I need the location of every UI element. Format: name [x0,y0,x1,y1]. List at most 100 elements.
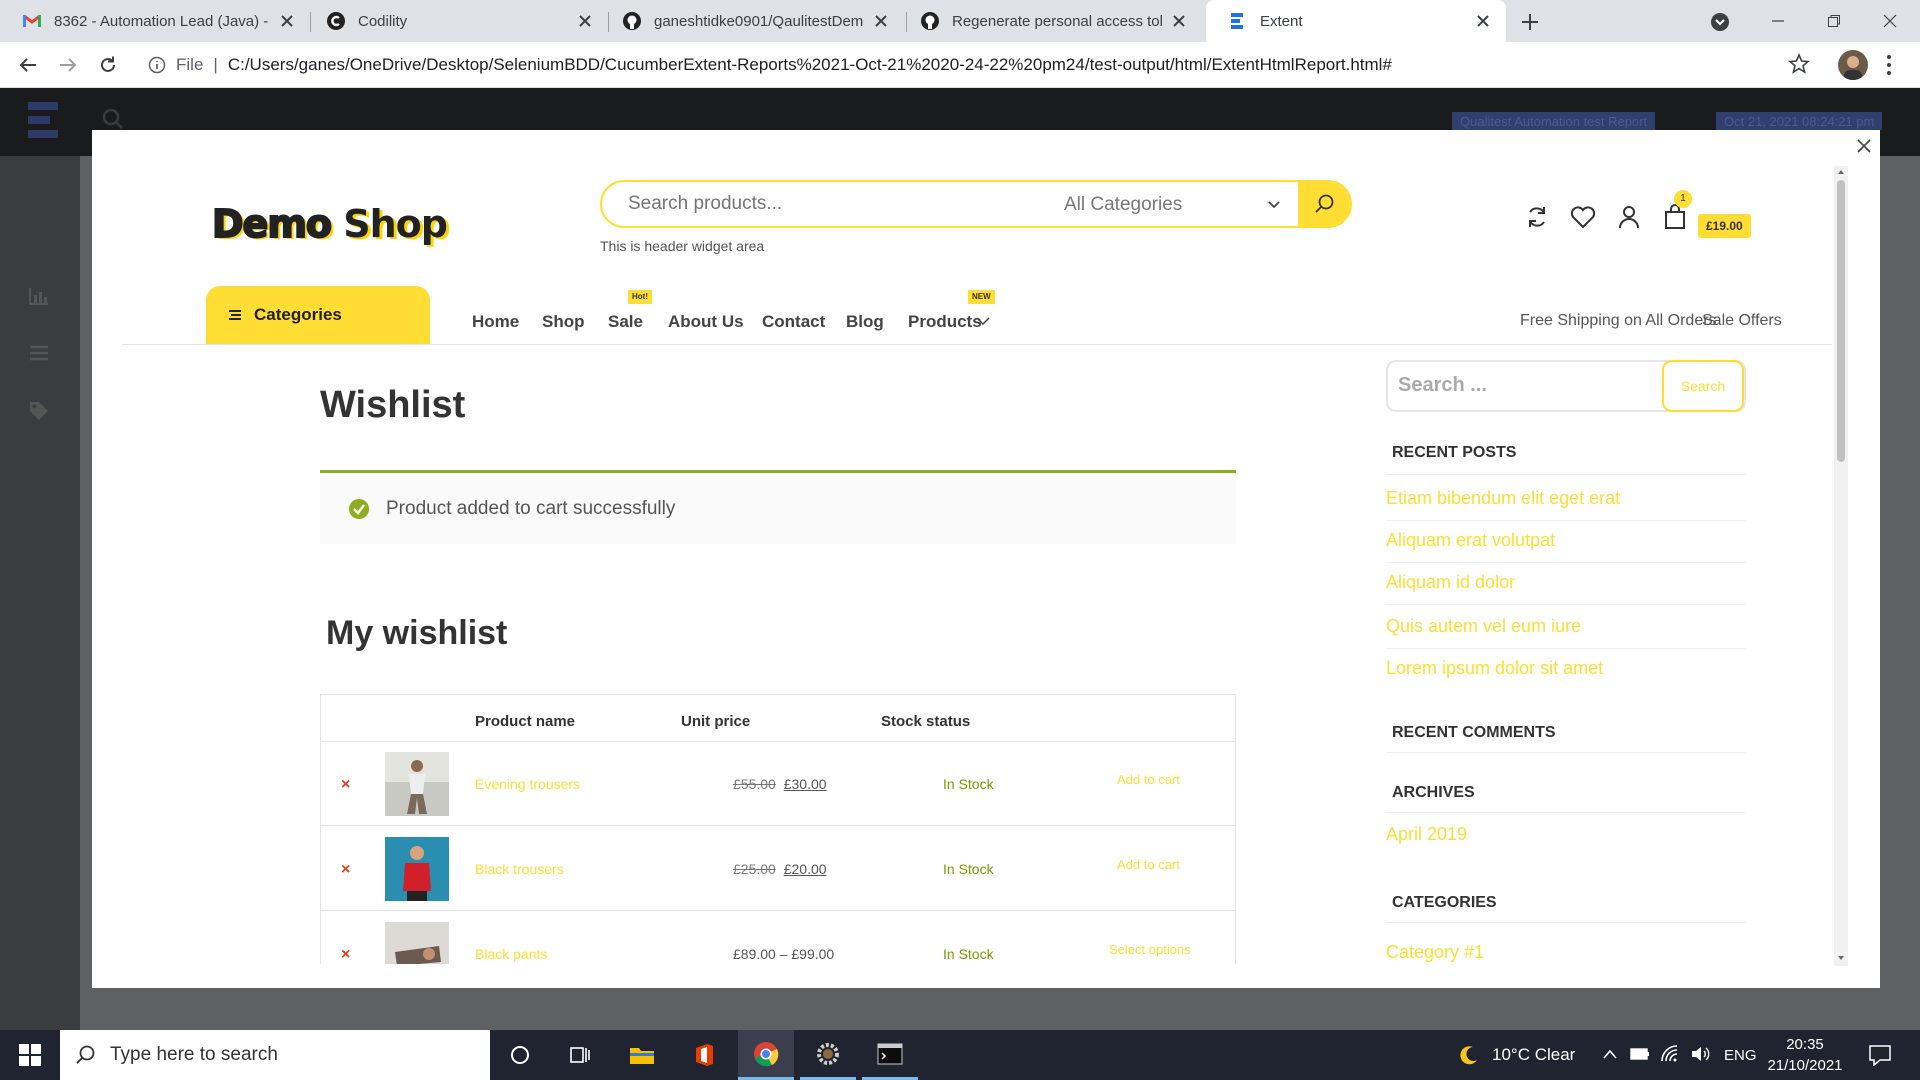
address-bar[interactable]: File | C:/Users/ganes/OneDrive/Desktop/S… [136,48,1808,82]
site-logo[interactable]: Demo Shop [211,201,448,247]
tab-extent[interactable]: Extent [1206,0,1506,42]
select-options-button[interactable]: Select options [1109,942,1191,957]
tab-github-token[interactable]: Regenerate personal access toke [898,0,1202,42]
nav-shop[interactable]: Shop [542,312,585,332]
clock-date: 21/10/2021 [1767,1057,1843,1074]
recent-post-link[interactable]: Quis autem vel eum iure [1386,616,1581,637]
scroll-down-icon[interactable] [1837,954,1845,962]
language-indicator[interactable]: ENG [1724,1030,1757,1080]
modal-scrollbar[interactable] [1834,166,1848,966]
search-submit-button[interactable] [1298,182,1350,226]
recent-post-link[interactable]: Aliquam erat volutpat [1386,530,1555,551]
close-icon[interactable] [872,12,890,30]
office-button[interactable] [676,1030,732,1080]
back-button[interactable] [14,51,42,79]
windows-logo-icon [19,1044,41,1066]
free-shipping-link[interactable]: Free Shipping on All Orders [1520,312,1717,330]
forward-button[interactable] [54,51,82,79]
terminal-button[interactable] [862,1030,918,1080]
file-explorer-button[interactable] [614,1030,670,1080]
volume-icon[interactable] [1690,1044,1712,1064]
minimize-icon [1772,20,1784,22]
remove-item-button[interactable]: × [341,861,350,879]
category-link[interactable]: Category #1 [1386,942,1484,963]
cortana-button[interactable] [492,1030,548,1080]
battery-icon[interactable] [1630,1046,1650,1062]
chrome-taskbar-button[interactable] [738,1030,794,1080]
modal-close-icon[interactable] [1854,136,1874,156]
tab-codility[interactable]: Codility [304,0,608,42]
recent-post-link[interactable]: Aliquam id dolor [1386,572,1515,593]
sidebar-search-button[interactable]: Search [1662,360,1744,412]
weather-widget[interactable]: 10°C Clear [1458,1030,1575,1080]
scroll-up-icon[interactable] [1837,168,1845,176]
sale-offers-link[interactable]: Sale Offers [1702,312,1782,330]
tray-chevron-up-icon[interactable] [1602,1048,1618,1060]
add-to-cart-button[interactable]: Add to cart [1117,772,1180,787]
nav-contact[interactable]: Contact [762,312,825,332]
section-title: My wishlist [326,614,508,652]
wishlist-heart-icon[interactable] [1568,202,1598,232]
new-tab-icon[interactable] [1516,8,1544,36]
tab-github-repo[interactable]: ganeshtidke0901/QaulitestDemo [600,0,904,42]
arrow-right-icon [60,58,77,72]
product-name-link[interactable]: Black trousers [475,861,564,877]
chevron-down-icon[interactable] [976,316,990,326]
window-close-button[interactable] [1862,0,1918,42]
add-to-cart-button[interactable]: Add to cart [1117,857,1180,872]
cart-total[interactable]: £19.00 [1698,214,1751,238]
account-icon[interactable] [1614,202,1644,232]
wifi-icon[interactable] [1660,1044,1680,1064]
product-name-link[interactable]: Black pants [475,946,547,962]
notification-center-icon[interactable] [1868,1044,1892,1066]
compare-icon[interactable] [1522,202,1552,232]
product-thumbnail[interactable] [385,837,449,901]
taskbar-search[interactable]: Type here to search [60,1030,490,1080]
search-icon[interactable] [102,108,124,130]
taskbar-search-placeholder: Type here to search [110,1044,278,1065]
recent-post-link[interactable]: Etiam bibendum elit eget erat [1386,488,1620,509]
product-thumbnail[interactable] [385,922,449,964]
close-icon[interactable] [576,12,594,30]
bar-chart-icon[interactable] [28,286,50,306]
list-icon[interactable] [28,344,50,362]
nav-about-us[interactable]: About Us [668,312,744,332]
categories-menu-button[interactable]: Categories [206,286,430,344]
close-icon[interactable] [278,12,296,30]
remove-item-button[interactable]: × [341,776,350,794]
bookmark-star-icon[interactable] [1788,53,1810,75]
nav-home[interactable]: Home [472,312,519,332]
archive-link[interactable]: April 2019 [1386,824,1467,845]
scrollbar-thumb[interactable] [1837,180,1845,462]
nav-sale[interactable]: Sale [608,312,643,332]
sidebar-search[interactable]: Search ... Search [1386,360,1746,412]
settings-app-button[interactable] [800,1030,856,1080]
nav-blog[interactable]: Blog [846,312,884,332]
close-icon[interactable] [1474,12,1492,30]
restore-button[interactable] [1806,0,1862,42]
close-icon[interactable] [1170,12,1188,30]
remove-item-button[interactable]: × [341,946,350,964]
minimize-button[interactable] [1750,0,1806,42]
recent-comments-heading: RECENT COMMENTS [1392,724,1556,741]
nav-products[interactable]: Products [908,312,982,332]
kebab-menu-icon[interactable] [1886,54,1892,76]
profile-avatar[interactable] [1838,50,1868,80]
windows-taskbar: Type here to search 10°C Clear ENG 20:35… [0,1030,1920,1080]
product-search-input[interactable] [628,193,1028,215]
tab-search-icon[interactable] [1710,12,1730,32]
start-button[interactable] [0,1030,60,1080]
category-select[interactable]: All Categories [1064,194,1294,216]
menu-icon [229,310,241,320]
cortana-icon [511,1046,529,1064]
info-icon[interactable] [148,56,166,74]
tag-icon[interactable] [28,400,50,420]
task-view-button[interactable] [552,1030,608,1080]
product-name-link[interactable]: Evening trousers [475,776,580,792]
old-price: £25.00 [733,861,776,877]
recent-post-link[interactable]: Lorem ipsum dolor sit amet [1386,658,1603,679]
taskbar-clock[interactable]: 20:35 21/10/2021 [1760,1034,1850,1076]
reload-button[interactable] [94,51,122,79]
tab-gmail[interactable]: 8362 - Automation Lead (Java) - [0,0,310,42]
product-thumbnail[interactable] [385,752,449,816]
